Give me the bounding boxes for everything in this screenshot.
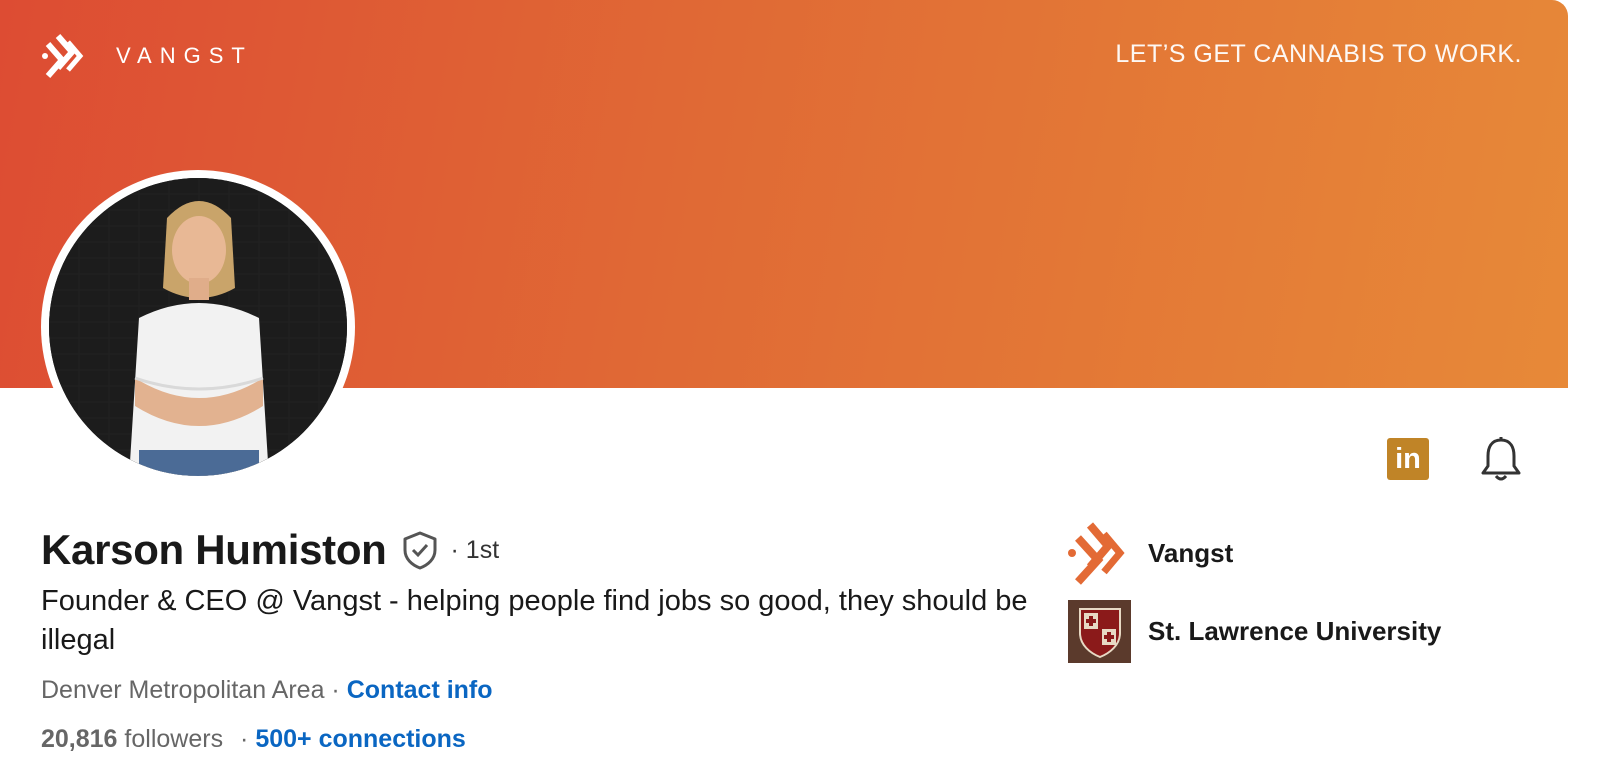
connection-degree: · 1st — [450, 535, 500, 564]
profile-location: Denver Metropolitan Area · — [41, 676, 340, 704]
contact-info-link[interactable]: Contact info — [347, 676, 493, 704]
profile-name-row: Karson Humiston · 1st — [41, 526, 499, 574]
profile-avatar[interactable] — [41, 170, 355, 484]
followers-count: 20,816 — [41, 725, 118, 753]
linkedin-icon[interactable]: in — [1387, 438, 1429, 480]
profile-headline: Founder & CEO @ Vangst - helping people … — [41, 585, 1028, 656]
stats-row: 20,816 followers · 500+ connections — [41, 725, 466, 754]
stats-separator: · — [240, 725, 249, 753]
avatar-photo — [49, 178, 347, 476]
org-item-st-lawrence[interactable]: St. Lawrence University — [1068, 600, 1441, 663]
verified-shield-icon[interactable] — [401, 530, 439, 570]
person-photo-icon — [49, 178, 347, 476]
connections-link[interactable]: 500+ connections — [255, 725, 466, 753]
bell-glyph — [1481, 437, 1521, 481]
university-crest-icon — [1068, 600, 1131, 663]
org-item-vangst[interactable]: Vangst — [1068, 522, 1233, 585]
banner-tagline: LET’S GET CANNABIS TO WORK. — [1115, 40, 1522, 68]
profile-name: Karson Humiston — [41, 526, 387, 573]
brand-name: VANGST — [116, 43, 253, 68]
vangst-logo-icon — [1068, 522, 1125, 585]
org-name: Vangst — [1148, 538, 1234, 568]
linkedin-label: in — [1395, 442, 1421, 475]
org-name: St. Lawrence University — [1148, 616, 1442, 646]
bell-icon[interactable] — [1478, 436, 1524, 482]
vangst-logo-icon — [42, 34, 84, 78]
followers-label: followers — [124, 725, 224, 753]
location-row: Denver Metropolitan Area · Contact info — [41, 676, 493, 705]
vangst-brand: VANGST — [42, 34, 253, 78]
